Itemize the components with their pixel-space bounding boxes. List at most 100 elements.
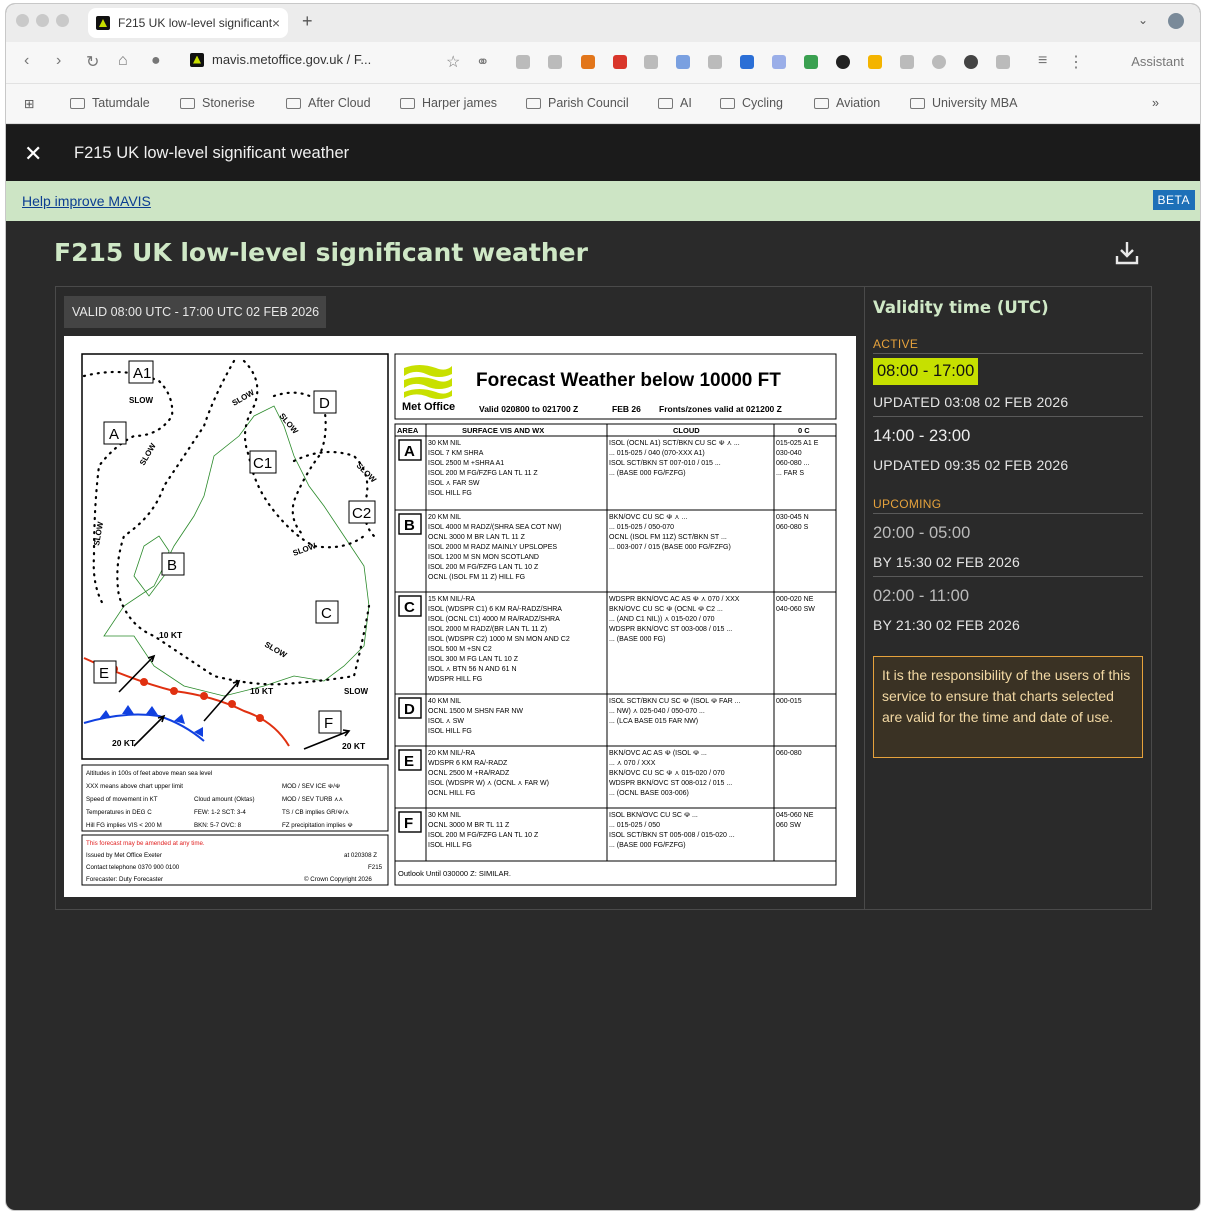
pencil-extension-icon[interactable] [804,55,818,69]
freezing-level-cell: 030-040 [776,450,802,457]
validity-slot-0800[interactable]: 08:00 - 17:00 [873,358,979,385]
chart-extension-icon[interactable] [676,55,690,69]
owl-extension-icon[interactable] [964,55,978,69]
help-improve-link[interactable]: Help improve MAVIS [22,193,151,209]
svg-text:This forecast may be amended a: This forecast may be amended at any time… [86,840,205,847]
cloud-cell: OCNL (ISOL FM 11Z) SCT/BKN ST ... [609,534,727,541]
more-bookmarks-icon[interactable]: » [1152,96,1159,110]
address-bar[interactable]: mavis.metoffice.gov.uk / F... [190,52,371,67]
zoom-window-icon[interactable] [56,14,69,27]
bookmark-label: University MBA [932,96,1018,110]
tab-title: F215 UK low-level significant [118,16,273,30]
profile-avatar[interactable] [1168,13,1184,29]
svg-text:Temperatures in DEG C: Temperatures in DEG C [86,809,152,816]
bookmark-folder[interactable]: Cycling [720,96,783,110]
slot-update-text: BY 21:30 02 FEB 2026 [873,617,1020,633]
weather-table: AREA SURFACE VIS AND WX CLOUD 0 C A 30 KM NIL… [394,423,837,862]
vis-cell: ISOL 300 M FG LAN TL 10 Z [428,656,519,663]
globe-extension-icon[interactable] [772,55,786,69]
bookmark-star-icon[interactable]: ☆ [446,52,460,72]
drive-extension-icon[interactable] [868,55,882,69]
new-tab-icon[interactable]: + [302,11,313,32]
vis-cell: 20 KM NIL/-RA [428,750,475,757]
freezing-level-cell: 060 SW [776,822,801,829]
vis-cell: OCNL 1500 M SHSN FAR NW [428,708,523,715]
svg-text:Contact telephone 0370 900 010: Contact telephone 0370 900 0100 [86,864,180,871]
bookmark-folder[interactable]: Parish Council [526,96,629,110]
validity-slot-1400[interactable]: 14:00 - 23:00 [873,427,970,446]
blocked-extension-icon[interactable] [932,55,946,69]
vis-cell: ISOL 200 M FG/FZFG LAN TL 11 Z [428,470,538,477]
svg-text:Speed of movement in KT: Speed of movement in KT [86,796,158,803]
validity-heading: Validity time (UTC) [873,298,1049,317]
validity-slot-2000[interactable]: 20:00 - 05:00 [873,524,970,543]
password-extension-icon[interactable] [740,55,754,69]
cloud-cell: ... 015-025 / 040 (070-XXX A1) [609,450,705,457]
vis-cell: ISOL 4000 M RADZ/(SHRA SEA COT NW) [428,524,561,531]
bookmark-label: After Cloud [308,96,371,110]
bookmark-folder[interactable]: AI [658,96,692,110]
reader-icon[interactable]: ≡ [1038,52,1047,70]
chart-date-code: FEB 26 [612,404,641,414]
slow-label: SLOW [129,396,153,405]
browser-tab[interactable]: F215 UK low-level significant × [88,8,288,38]
assistant-button[interactable]: Assistant [1131,54,1184,69]
vis-cell: 15 KM NIL/-RA [428,596,475,603]
bookmark-folder[interactable]: Aviation [814,96,880,110]
minimize-window-icon[interactable] [36,14,49,27]
slow-label: SLOW [344,687,368,696]
map-label: C1 [253,455,272,472]
apps-grid-icon[interactable]: ⊞ [24,96,34,111]
wind-label: 20 KT [112,738,136,748]
folder-icon [70,97,85,109]
svg-text:Met Office: Met Office [402,401,455,413]
page-title: F215 UK low-level significant weather [54,238,588,267]
svg-text:FEW: 1-2 SCT: 3-4: FEW: 1-2 SCT: 3-4 [194,809,246,816]
vis-cell: 30 KM NIL [428,812,461,819]
vis-cell: 30 KM NIL [428,440,461,447]
map-label: C [321,605,332,622]
vis-cell: ISOL 500 M +SN C2 [428,646,492,653]
tab-close-icon[interactable]: × [272,15,280,31]
home-icon[interactable]: ⌂ [118,52,128,70]
map-label: C2 [352,505,371,522]
bookmark-folder[interactable]: Harper james [400,96,497,110]
bookmark-folder[interactable]: After Cloud [286,96,371,110]
folder-icon [910,97,925,109]
bookmark-folder[interactable]: Stonerise [180,96,255,110]
freezing-level-cell: 060-080 S [776,524,809,531]
validity-slot-0200[interactable]: 02:00 - 11:00 [873,587,969,606]
svg-text:© Crown Copyright 2026: © Crown Copyright 2026 [304,876,372,883]
bookmark-folder[interactable]: Tatumdale [70,96,150,110]
pdf-extension-icon[interactable] [613,55,627,69]
forward-icon[interactable]: › [56,52,61,70]
metamask-extension-icon[interactable] [581,55,595,69]
bookmarks-bar: ⊞ Tatumdale Stonerise After Cloud Harper… [6,84,1200,124]
svg-text:Hill FG implies VIS < 200 M: Hill FG implies VIS < 200 M [86,822,162,829]
bug-extension-icon[interactable] [900,55,914,69]
reload-icon[interactable]: ↻ [86,52,99,72]
triangle-extension-icon[interactable] [836,55,850,69]
tab-list-chevron-icon[interactable]: ⌄ [1138,13,1148,27]
browser-toolbar: ‹ › ↻ ⌂ ● mavis.metoffice.gov.uk / F... … [6,42,1200,84]
map-label: A [109,426,119,443]
cloud-cell: ... (LCA BASE 015 FAR NW) [609,718,698,725]
microphone-icon[interactable]: ● [151,52,161,70]
close-icon[interactable]: ✕ [24,141,42,167]
link-icon[interactable]: ⚭ [476,52,489,72]
chart-title: Forecast Weather below 10000 FT [476,370,781,391]
vis-cell: OCNL 3000 M BR TL 11 Z [428,822,510,829]
document-extension-icon[interactable] [644,55,658,69]
cloud-cell: WDSPR BKN/OVC AC AS ☫ ⋏ 070 / XXX [609,595,740,603]
bookmark-label: Cycling [742,96,783,110]
audio-wave-icon[interactable]: ⋮ [1068,52,1084,72]
download-icon[interactable] [1114,240,1140,266]
grid-extension-icon[interactable] [708,55,722,69]
extension-icon[interactable] [516,55,530,69]
notion-extension-icon[interactable] [548,55,562,69]
close-window-icon[interactable] [16,14,29,27]
slot-update-text: UPDATED 09:35 02 FEB 2026 [873,457,1069,473]
puzzle-extensions-icon[interactable] [996,55,1010,69]
back-icon[interactable]: ‹ [24,52,29,70]
bookmark-folder[interactable]: University MBA [910,96,1017,110]
